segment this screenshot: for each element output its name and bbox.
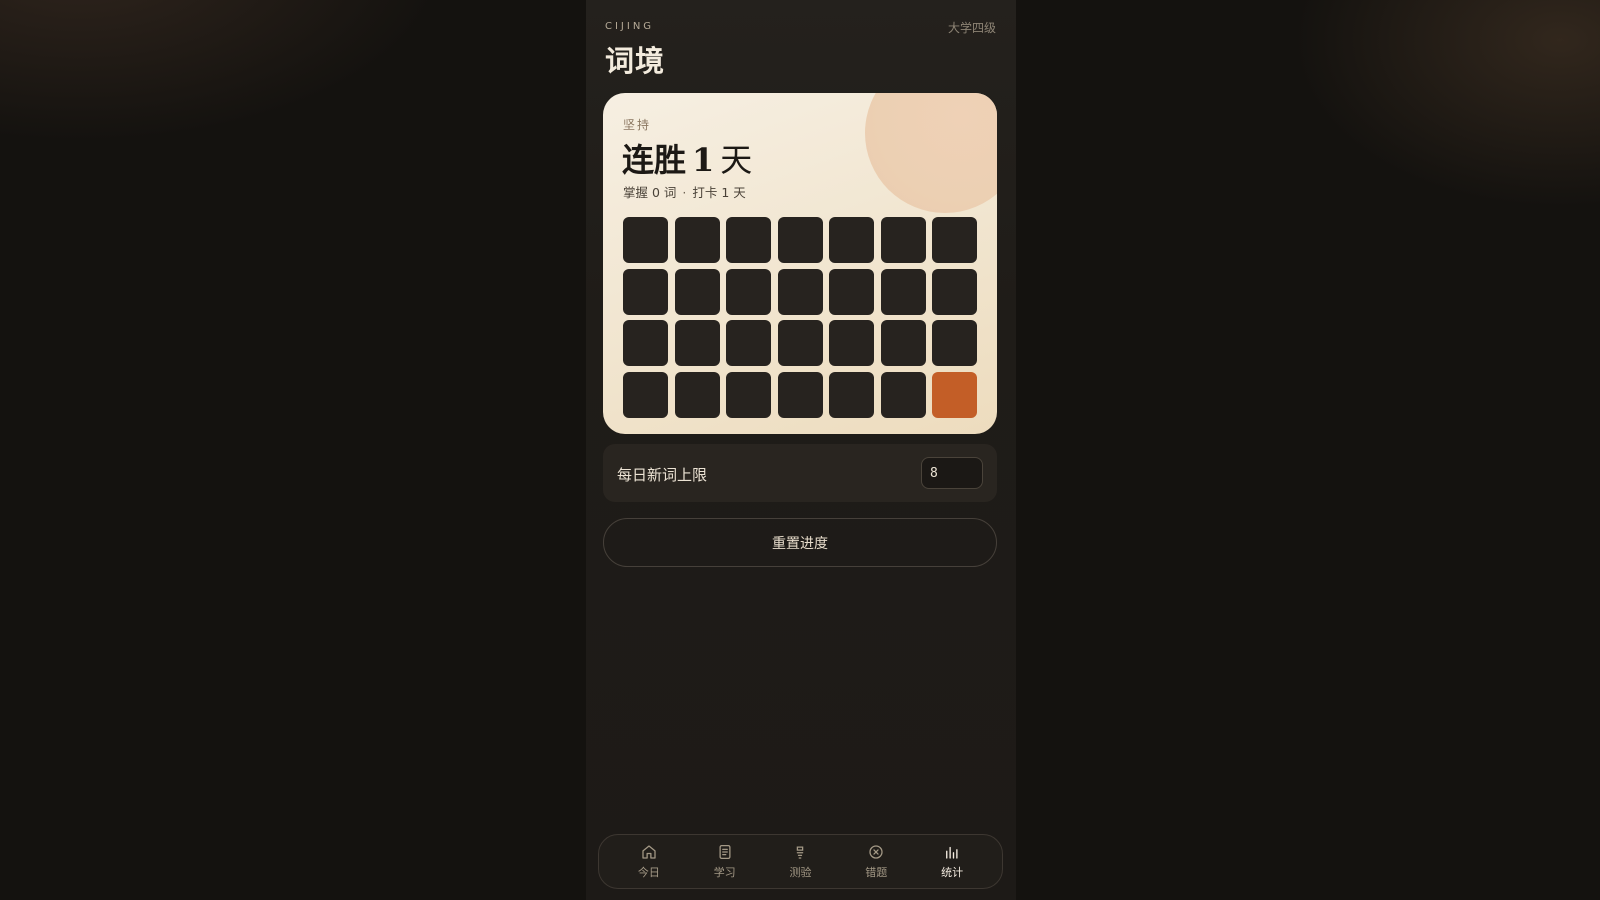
streak-card: 坚持 连胜 1 天 掌握 0 词 · 打卡 1 天 <box>603 93 997 434</box>
streak-days-count: 1 <box>692 141 715 179</box>
streak-headline: 连胜 1 天 <box>622 135 752 181</box>
calendar-day-cell <box>829 371 874 418</box>
brand-label: CIJING <box>605 21 655 32</box>
bar-chart-icon <box>946 846 958 859</box>
nav-label-quiz: 测验 <box>789 866 812 879</box>
nav-label-stats: 统计 <box>941 866 964 879</box>
calendar-day-cell <box>674 268 720 315</box>
streak-headline-prefix: 连胜 <box>622 141 687 179</box>
calendar-day-cell <box>829 217 874 263</box>
nav-item-quiz[interactable]: 测验 <box>770 843 830 880</box>
calendar-day-cell <box>623 371 668 418</box>
reset-progress-button[interactable]: 重置进度 <box>603 518 997 567</box>
decorative-circle <box>865 93 997 213</box>
calendar-day-cell <box>777 268 823 315</box>
home-icon <box>642 845 656 859</box>
calendar-day-cell <box>674 371 720 418</box>
calendar-day-cell <box>880 320 926 366</box>
daily-limit-input[interactable] <box>921 457 983 489</box>
x-circle-icon <box>869 845 883 859</box>
calendar-day-cell <box>726 371 771 418</box>
calendar-day-cell <box>777 217 823 263</box>
summary-separator: · <box>682 185 687 200</box>
checkin-calendar-grid <box>623 217 977 418</box>
calendar-day-cell <box>880 217 926 263</box>
calendar-day-cell <box>623 320 668 366</box>
nav-item-today[interactable]: 今日 <box>619 843 679 880</box>
daily-limit-setting: 每日新词上限 <box>603 444 997 502</box>
mastered-count: 掌握 0 词 <box>623 185 677 200</box>
bottom-nav: 今日 学习 测验 错题 统计 <box>598 834 1003 889</box>
daily-limit-label: 每日新词上限 <box>617 466 708 484</box>
calendar-day-cell <box>829 268 874 315</box>
calendar-day-cell <box>932 217 977 263</box>
streak-summary: 掌握 0 词 · 打卡 1 天 <box>623 182 746 201</box>
nav-label-today: 今日 <box>637 866 660 879</box>
nav-item-study[interactable]: 学习 <box>695 843 755 880</box>
quiz-icon <box>797 846 804 859</box>
streak-headline-unit: 天 <box>720 141 753 179</box>
calendar-day-cell <box>829 320 874 366</box>
calendar-day-cell <box>623 217 668 263</box>
calendar-day-cell-checked <box>932 371 977 418</box>
calendar-day-cell <box>777 320 823 366</box>
calendar-day-cell <box>674 320 720 366</box>
checkin-count: 打卡 1 天 <box>692 185 746 200</box>
streak-eyebrow: 坚持 <box>623 118 652 132</box>
nav-label-study: 学习 <box>713 866 736 879</box>
calendar-day-cell <box>726 320 771 366</box>
calendar-day-cell <box>777 371 823 418</box>
app-screen: CIJING 大学四级 词境 坚持 连胜 1 天 掌握 0 词 · 打卡 1 天 每日新… <box>586 0 1016 900</box>
nav-item-mistakes[interactable]: 错题 <box>846 843 906 880</box>
page-title: 词境 <box>605 44 666 78</box>
calendar-day-cell <box>880 268 926 315</box>
calendar-day-cell <box>932 320 977 366</box>
level-badge[interactable]: 大学四级 <box>948 19 996 36</box>
calendar-day-cell <box>674 217 720 263</box>
calendar-day-cell <box>726 268 771 315</box>
nav-item-stats[interactable]: 统计 <box>922 843 982 880</box>
calendar-day-cell <box>932 268 977 315</box>
nav-label-mistakes: 错题 <box>865 866 888 879</box>
calendar-day-cell <box>880 371 926 418</box>
calendar-day-cell <box>726 217 771 263</box>
book-icon <box>719 844 731 860</box>
calendar-day-cell <box>623 268 668 315</box>
